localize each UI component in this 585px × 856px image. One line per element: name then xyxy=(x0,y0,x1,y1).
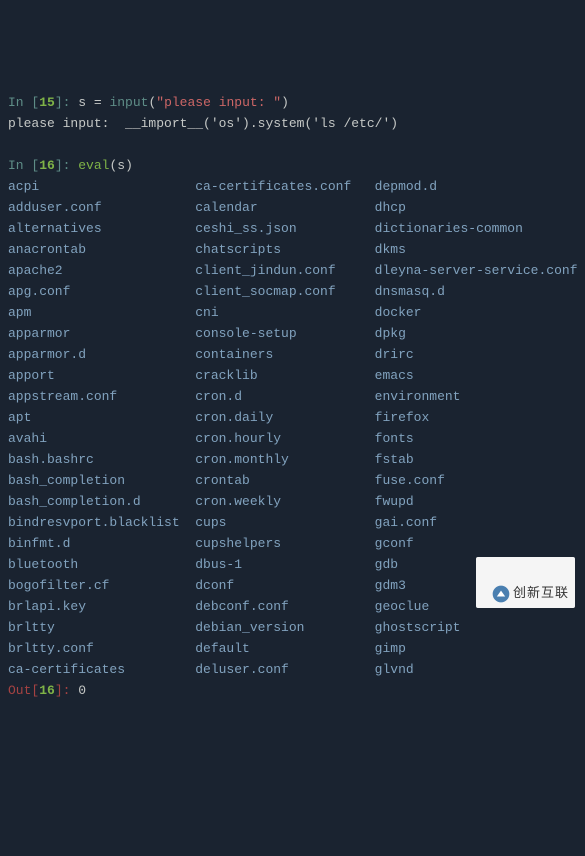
out-close: ]: xyxy=(55,683,78,698)
close-bracket: ]: xyxy=(55,95,78,110)
string-arg: "please input: " xyxy=(156,95,281,110)
watermark-text: 创新互联 xyxy=(513,585,569,600)
terminal-output: In [15]: s = input("please input: ") ple… xyxy=(8,92,577,701)
in-label: In [ xyxy=(8,158,39,173)
out-prompt: Out[16]: xyxy=(8,683,78,698)
cell2-prompt: In [16]: xyxy=(8,158,78,173)
cell-number: 16 xyxy=(39,158,55,173)
close-bracket: ]: xyxy=(55,158,78,173)
rparen: ) xyxy=(125,158,133,173)
cell1-prompt: In [15]: xyxy=(8,95,78,110)
arg: s xyxy=(117,158,125,173)
out-label: Out[ xyxy=(8,683,39,698)
rparen: ) xyxy=(281,95,289,110)
out-value: 0 xyxy=(78,683,86,698)
watermark: 创新互联 xyxy=(476,557,575,608)
variable: s xyxy=(78,95,86,110)
equals: = xyxy=(86,95,109,110)
cell-number: 15 xyxy=(39,95,55,110)
input-echo: please input: __import__('os').system('l… xyxy=(8,116,398,131)
watermark-icon xyxy=(491,584,511,604)
input-keyword: input xyxy=(109,95,148,110)
out-number: 16 xyxy=(39,683,55,698)
in-label: In [ xyxy=(8,95,39,110)
eval-keyword: eval xyxy=(78,158,109,173)
